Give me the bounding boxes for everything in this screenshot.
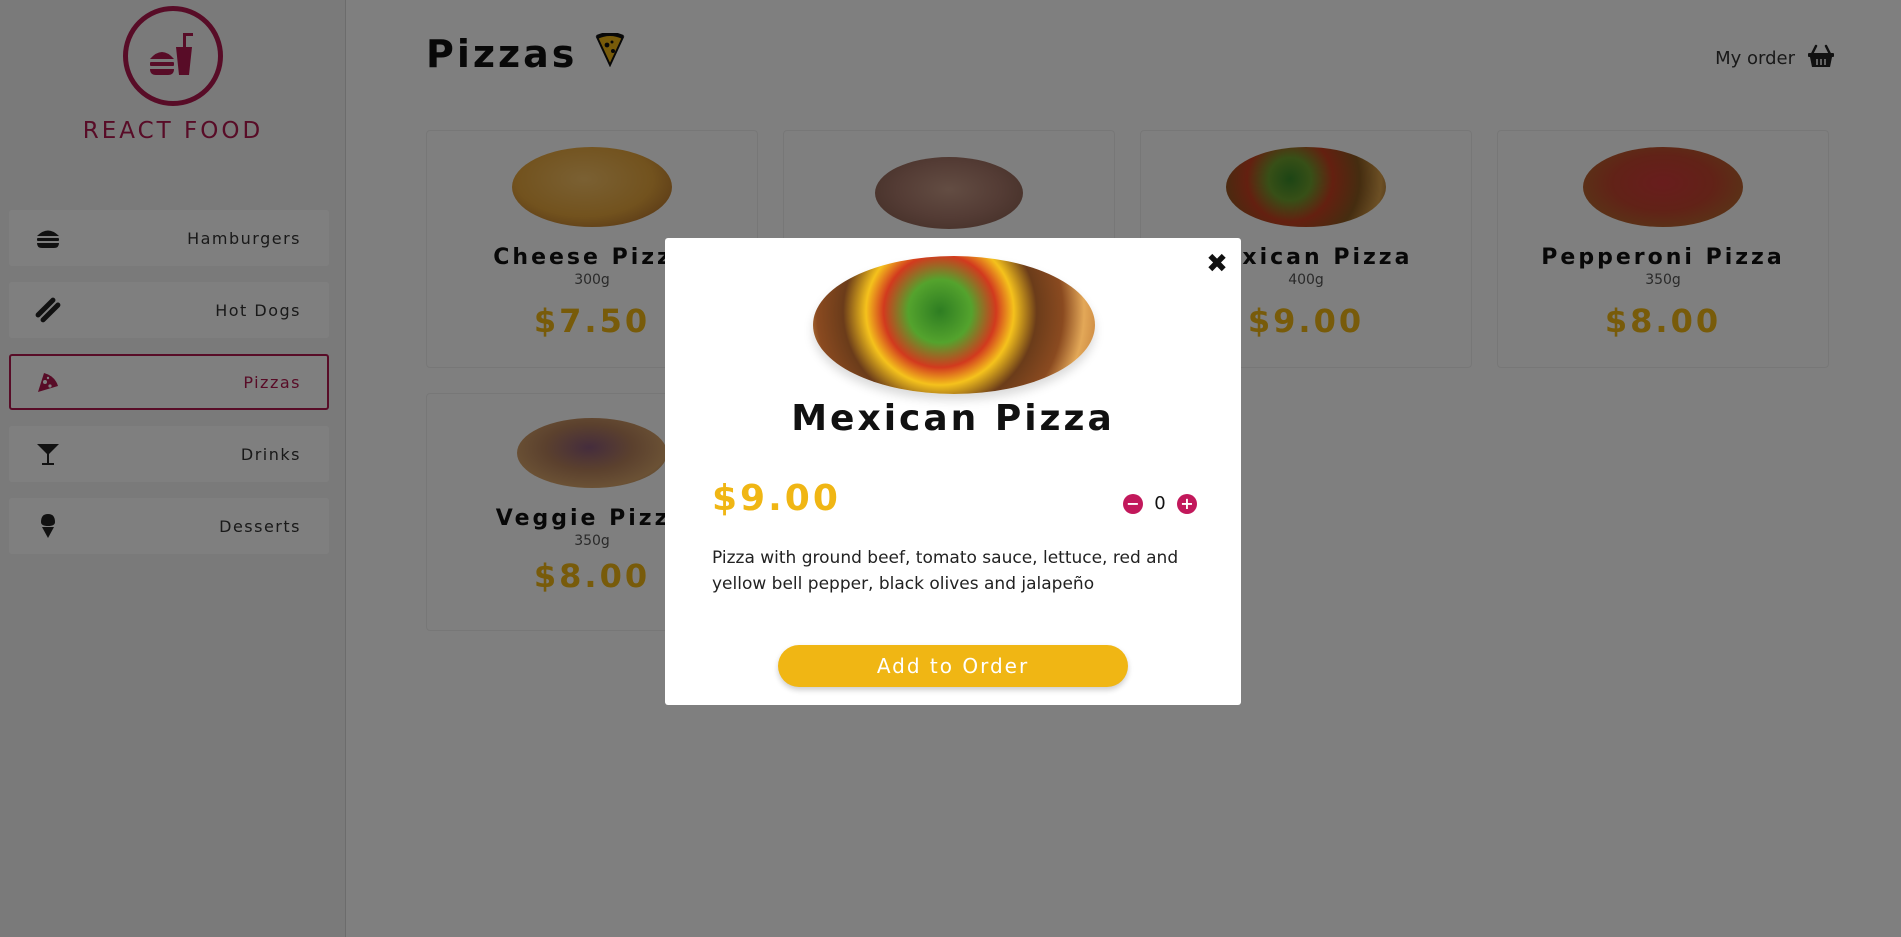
- quantity-value: 0: [1154, 493, 1166, 514]
- product-image: [813, 256, 1095, 394]
- modal-title: Mexican Pizza: [791, 398, 1115, 439]
- minus-icon[interactable]: −: [1123, 493, 1143, 514]
- close-icon[interactable]: ✖: [1205, 251, 1229, 277]
- quantity-stepper: − 0 +: [1123, 493, 1197, 514]
- plus-icon[interactable]: +: [1177, 493, 1197, 514]
- product-description: Pizza with ground beef, tomato sauce, le…: [712, 548, 1179, 594]
- add-to-order-button[interactable]: Add to Order: [778, 645, 1128, 687]
- modal-price: $9.00: [712, 478, 841, 519]
- product-modal: ✖ Mexican Pizza $9.00 − 0 + Pizza with g…: [665, 238, 1241, 705]
